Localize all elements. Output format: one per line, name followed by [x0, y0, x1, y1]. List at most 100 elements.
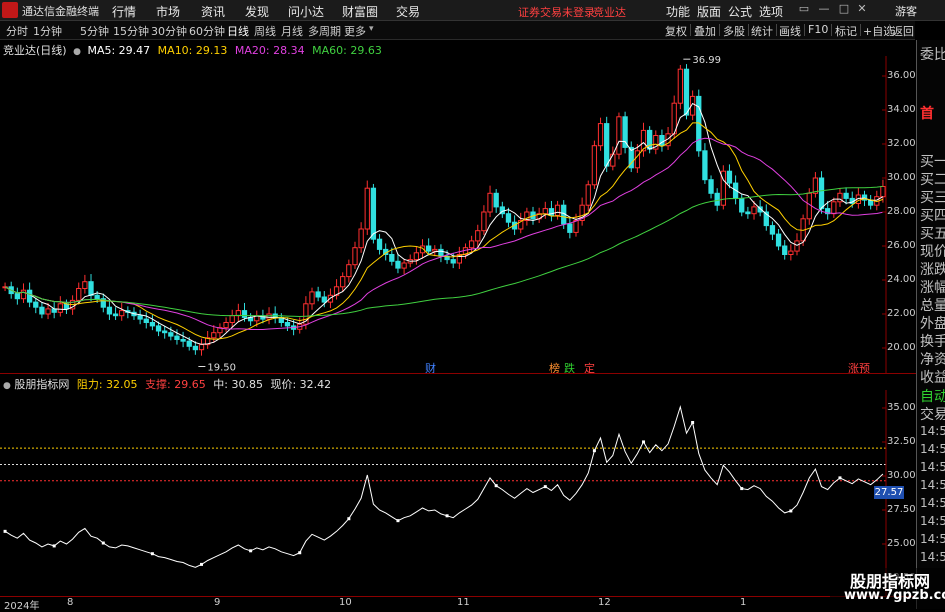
period-tab-multi[interactable]: 多周期 — [308, 23, 341, 39]
menu-item-wealth-circle[interactable]: 财富圈 — [342, 3, 378, 20]
indicator-point — [249, 549, 253, 553]
candle-body — [739, 197, 745, 213]
period-toolbar: 分时 1分钟 5分钟 15分钟 30分钟 60分钟 日线 周线 月线 多周期 更… — [0, 21, 915, 40]
candle-body — [438, 248, 444, 257]
candle-body — [389, 254, 395, 262]
candle-body — [82, 281, 88, 289]
period-tab-more[interactable]: 更多 — [344, 23, 366, 39]
candle-body — [39, 306, 45, 315]
price-tick: 30.00 — [887, 172, 916, 183]
period-tab-daily[interactable]: 日线 — [227, 23, 249, 39]
candle-body — [806, 192, 812, 220]
candle-body — [241, 310, 248, 318]
candle-body — [567, 223, 573, 233]
close-icon[interactable]: ✕ — [854, 2, 870, 17]
candle-body — [229, 315, 235, 324]
maximize-icon[interactable]: □ — [836, 2, 852, 17]
indicator-tick: 27.50 — [887, 504, 916, 515]
candle-body — [315, 291, 321, 298]
overlay-button[interactable]: 叠加 — [694, 23, 716, 39]
indicator-line — [4, 405, 884, 568]
period-tab-30min[interactable]: 30分钟 — [151, 23, 187, 39]
auto-tab[interactable]: 自动 — [920, 386, 945, 406]
period-tab-1min[interactable]: 1分钟 — [33, 23, 62, 39]
price-tick: 28.00 — [887, 206, 916, 217]
price-tick: 20.00 — [887, 342, 916, 353]
candle-body — [358, 228, 364, 249]
x-tick: 10 — [339, 597, 352, 608]
candle-body — [487, 192, 493, 213]
candle-body — [370, 187, 377, 240]
candle-body — [622, 116, 628, 148]
candle-body — [505, 213, 512, 223]
candlestick-chart[interactable]: 36.99 19.50 — [0, 56, 916, 374]
statistics-button[interactable]: 统计 — [751, 23, 773, 39]
period-tab-monthly[interactable]: 月线 — [281, 23, 303, 39]
menu-item-discover[interactable]: 发现 — [245, 3, 269, 20]
candle-body — [180, 339, 186, 342]
candle-body — [597, 123, 604, 147]
candle-body — [20, 289, 27, 300]
candle-body — [554, 204, 561, 216]
candle-body — [327, 294, 334, 303]
candle-body — [775, 233, 782, 247]
menu-item-trade[interactable]: 交易 — [396, 3, 420, 20]
mark-button[interactable]: 标记 — [835, 23, 857, 39]
indicator-point — [3, 529, 7, 533]
indicator-chart[interactable] — [0, 390, 916, 596]
back-button[interactable]: 返回 — [892, 23, 914, 39]
period-tab-5min[interactable]: 5分钟 — [80, 23, 109, 39]
indicator-point — [347, 517, 351, 521]
change-row: 涨跌 — [920, 262, 945, 278]
indicator-point — [200, 562, 204, 566]
current-stock-name[interactable]: 竞业达 — [593, 4, 626, 20]
menu-item-function[interactable]: 功能 — [666, 3, 690, 20]
menu-item-options[interactable]: 选项 — [759, 3, 783, 20]
menu-item-layout[interactable]: 版面 — [697, 3, 721, 20]
menu-item-wenxiaoda[interactable]: 问小达 — [288, 3, 324, 20]
candle-body — [76, 288, 82, 301]
window-menu-icon[interactable]: ▭ — [796, 2, 812, 17]
tick-time: 14:55 — [920, 424, 945, 438]
turnover-row: 换手 — [920, 334, 945, 350]
candle-body — [843, 192, 849, 199]
quote-side-panel: 委比 首 买一 买二 买三 买四 买五 现价 涨跌 涨幅 总量 外盘 换手 净资… — [916, 40, 945, 609]
multi-stock-button[interactable]: 多股 — [723, 23, 745, 39]
candle-body — [45, 308, 51, 315]
volume-row: 总量 — [920, 298, 945, 314]
menu-item-formula[interactable]: 公式 — [728, 3, 752, 20]
ma10-line — [4, 122, 884, 340]
f10-button[interactable]: F10 — [808, 23, 828, 36]
draw-line-button[interactable]: 画线 — [779, 23, 801, 39]
candle-body — [745, 211, 751, 215]
candle-body — [413, 252, 420, 261]
period-tab-15min[interactable]: 15分钟 — [113, 23, 149, 39]
low-label: 19.50 — [207, 363, 236, 374]
x-tick: 11 — [457, 597, 470, 608]
period-tab-timeshare[interactable]: 分时 — [6, 23, 28, 39]
candle-body — [604, 123, 610, 167]
candle-body — [395, 260, 401, 269]
more-chevron-icon[interactable]: ▾ — [369, 24, 374, 34]
period-tab-60min[interactable]: 60分钟 — [189, 23, 225, 39]
trade-tab[interactable]: 交易 — [920, 404, 945, 424]
menu-bar: 通达信金融终端 行情 市场 资讯 发现 问小达 财富圈 交易 证券交易未登录 竞… — [0, 0, 945, 21]
candle-body — [432, 248, 438, 252]
candle-body — [33, 301, 39, 308]
x-tick: 12 — [598, 597, 611, 608]
menu-item-market[interactable]: 市场 — [156, 3, 180, 20]
login-warning[interactable]: 证券交易未登录 — [518, 4, 595, 20]
adjust-button[interactable]: 复权 — [665, 23, 687, 39]
menu-item-quotes[interactable]: 行情 — [112, 3, 136, 20]
minimize-icon[interactable]: — — [816, 2, 832, 17]
menu-item-news[interactable]: 资讯 — [201, 3, 225, 20]
toolbar-divider — [690, 24, 691, 36]
guest-label[interactable]: 游客 — [895, 3, 917, 19]
candle-body — [818, 177, 825, 210]
indicator-point — [592, 449, 596, 453]
first-tab[interactable]: 首 — [920, 103, 934, 123]
candle-body — [174, 335, 180, 341]
buy2-label: 买二 — [920, 172, 945, 188]
period-tab-weekly[interactable]: 周线 — [254, 23, 276, 39]
candle-body — [364, 187, 370, 230]
